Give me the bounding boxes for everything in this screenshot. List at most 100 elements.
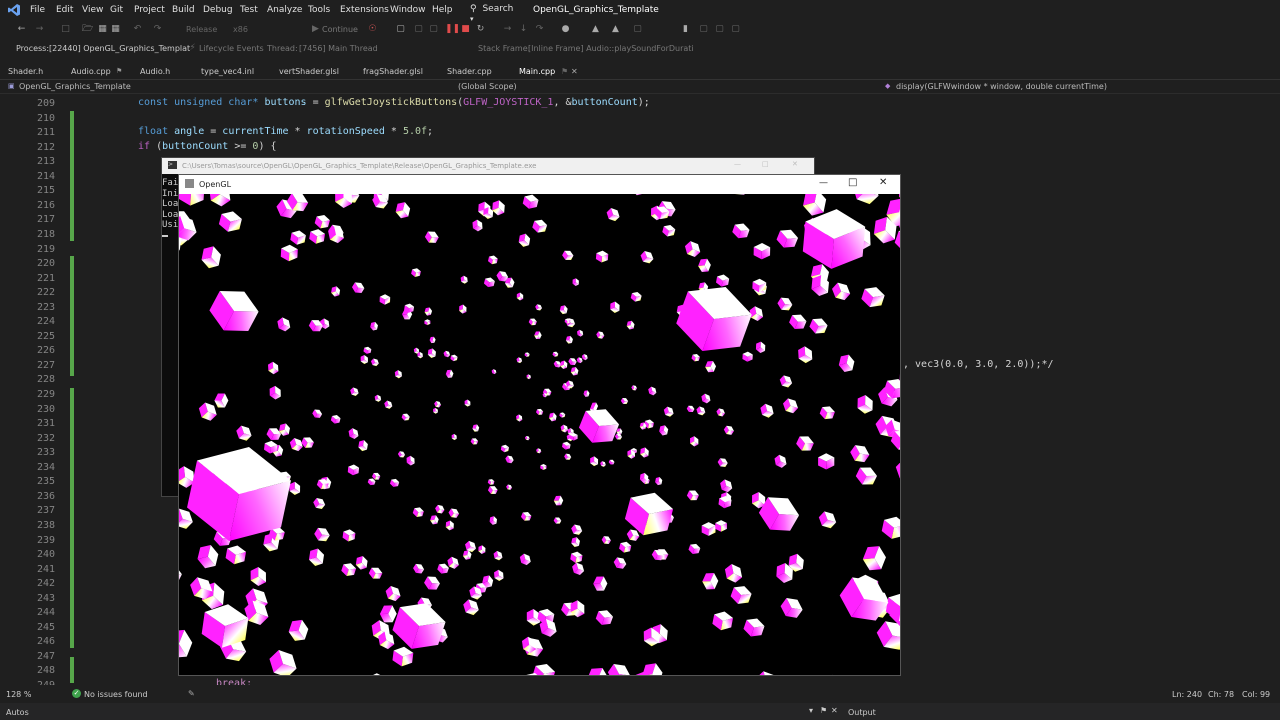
cube — [516, 414, 523, 422]
menu-view[interactable]: View — [82, 5, 103, 15]
toolbar-icon[interactable]: ▢ — [428, 24, 439, 35]
cube — [782, 398, 799, 414]
menu-build[interactable]: Build — [172, 5, 195, 15]
close-icon[interactable]: ✕ — [879, 177, 887, 188]
issues-indicator[interactable]: No issues found — [84, 690, 148, 699]
cube — [774, 454, 787, 468]
git-icon[interactable]: ▲ — [610, 24, 621, 35]
undo-icon[interactable]: ↶ — [132, 24, 143, 35]
hot-reload-icon[interactable]: ☉ — [367, 24, 378, 35]
lifecycle-events-button[interactable]: Lifecycle Events — [199, 44, 264, 53]
menu-file[interactable]: File — [30, 5, 45, 15]
show-next-statement-icon[interactable]: → — [502, 24, 513, 35]
cube — [626, 320, 635, 330]
cube — [608, 459, 615, 465]
bookmark-icon[interactable]: ▮ — [680, 24, 691, 35]
output-panel-title[interactable]: Output — [848, 708, 876, 717]
menu-edit[interactable]: Edit — [56, 5, 73, 15]
menu-project[interactable]: Project — [134, 5, 165, 15]
brush-icon[interactable]: ✎ — [188, 689, 195, 698]
minimize-icon[interactable]: — — [734, 160, 741, 168]
line-indicator[interactable]: Ln: 240 — [1172, 690, 1202, 699]
back-icon[interactable]: ← — [16, 24, 27, 35]
tab-audio-cpp[interactable]: Audio.cpp — [71, 67, 111, 76]
cube — [487, 479, 495, 485]
open-icon[interactable]: 🗁 — [82, 24, 93, 35]
menu-test[interactable]: Test — [240, 5, 258, 15]
menu-window[interactable]: Window — [390, 5, 426, 15]
save-icon[interactable]: ▦ — [97, 24, 108, 35]
menu-help[interactable]: Help — [432, 5, 453, 15]
minimize-icon[interactable]: — — [819, 178, 828, 188]
opengl-title-bar[interactable]: OpenGL — □ ✕ — [179, 175, 900, 194]
tab-audio-h[interactable]: Audio.h — [140, 67, 170, 76]
save-all-icon[interactable]: ▦ — [110, 24, 121, 35]
tab-shader-h[interactable]: Shader.h — [8, 67, 43, 76]
cube-face — [734, 194, 749, 195]
configuration-select[interactable]: Release — [186, 25, 217, 34]
menu-extensions[interactable]: Extensions — [340, 5, 389, 15]
pin-icon[interactable]: ⚑ — [116, 67, 122, 75]
toolbar-icon[interactable]: ▢ — [698, 24, 709, 35]
opengl-render-canvas[interactable] — [179, 194, 900, 675]
step-over-icon[interactable]: ↷ — [534, 24, 545, 35]
cube — [351, 282, 365, 294]
cube — [397, 451, 406, 458]
screen-icon[interactable]: ▢ — [395, 24, 406, 35]
line-number: 214 — [36, 170, 55, 182]
project-dropdown[interactable]: OpenGL_Graphics_Template — [19, 82, 131, 91]
close-icon[interactable]: ✕ — [831, 706, 838, 715]
menu-debug[interactable]: Debug — [203, 5, 233, 15]
stop-icon[interactable]: ■ — [460, 24, 471, 35]
char-indicator[interactable]: Ch: 78 — [1208, 690, 1234, 699]
tab-shader-cpp[interactable]: Shader.cpp — [447, 67, 492, 76]
menu-git[interactable]: Git — [110, 5, 123, 15]
maximize-icon[interactable]: □ — [762, 160, 769, 168]
toolbar-icon[interactable]: ▢ — [714, 24, 725, 35]
diagnostic-icon[interactable]: ▲ — [590, 24, 601, 35]
stack-frame-select[interactable]: [Inline Frame] Audio::playSoundForDurati — [528, 44, 694, 53]
cube — [803, 194, 827, 216]
tab-vertshader-glsl[interactable]: vertShader.glsl — [279, 67, 339, 76]
breakpoint-icon[interactable]: ● — [560, 24, 571, 35]
pin-icon[interactable]: ⚑ — [820, 706, 827, 715]
step-into-icon[interactable]: ↓ — [518, 24, 529, 35]
opengl-window[interactable]: OpenGL — □ ✕ — [178, 174, 901, 676]
toolbar-icon[interactable]: ▢ — [730, 24, 741, 35]
maximize-icon[interactable]: □ — [848, 177, 857, 188]
cube — [225, 545, 247, 565]
cube — [724, 563, 743, 583]
process-select[interactable]: [22440] OpenGL_Graphics_Templat — [49, 44, 190, 53]
cube — [720, 479, 733, 493]
pin-icon[interactable]: ⚑ — [561, 67, 568, 76]
menu-tools[interactable]: Tools — [308, 5, 330, 15]
platform-select[interactable]: x86 — [233, 25, 248, 34]
column-indicator[interactable]: Col: 99 — [1242, 690, 1270, 699]
function-dropdown[interactable]: display(GLFWwindow * window, double curr… — [896, 82, 1107, 91]
cube — [313, 497, 326, 510]
thread-select[interactable]: [7456] Main Thread — [299, 44, 378, 53]
toolbar-icon[interactable]: ▢ — [413, 24, 424, 35]
zoom-level[interactable]: 128 % — [6, 690, 31, 699]
project-icon: ▣ — [8, 82, 15, 90]
search-box[interactable]: ⚲ Search ▾ — [470, 4, 518, 23]
menu-analyze[interactable]: Analyze — [267, 5, 302, 15]
toolbar-icon[interactable]: ▢ — [632, 24, 643, 35]
tab-fragshader-glsl[interactable]: fragShader.glsl — [363, 67, 423, 76]
redo-icon[interactable]: ↷ — [152, 24, 163, 35]
autos-panel-title[interactable]: Autos — [6, 708, 29, 717]
console-title-bar[interactable]: > C:\Users\Tomas\source\OpenGL\OpenGL_Gr… — [162, 158, 814, 174]
tab-main-cpp[interactable]: Main.cpp — [519, 67, 555, 76]
cube — [379, 294, 391, 305]
new-project-icon[interactable]: □ — [60, 24, 71, 35]
chevron-down-icon[interactable]: ▾ — [809, 706, 813, 715]
close-icon[interactable]: ✕ — [571, 67, 578, 76]
continue-button[interactable]: Continue — [322, 25, 358, 34]
close-icon[interactable]: ✕ — [792, 160, 798, 168]
pause-icon[interactable]: ❚❚ — [445, 24, 460, 35]
forward-icon[interactable]: → — [34, 24, 45, 35]
scope-dropdown[interactable]: (Global Scope) — [458, 82, 517, 91]
restart-icon[interactable]: ↻ — [475, 24, 486, 35]
tab-type-vec4-inl[interactable]: type_vec4.inl — [201, 67, 254, 76]
play-icon[interactable]: ▶ — [310, 24, 321, 35]
